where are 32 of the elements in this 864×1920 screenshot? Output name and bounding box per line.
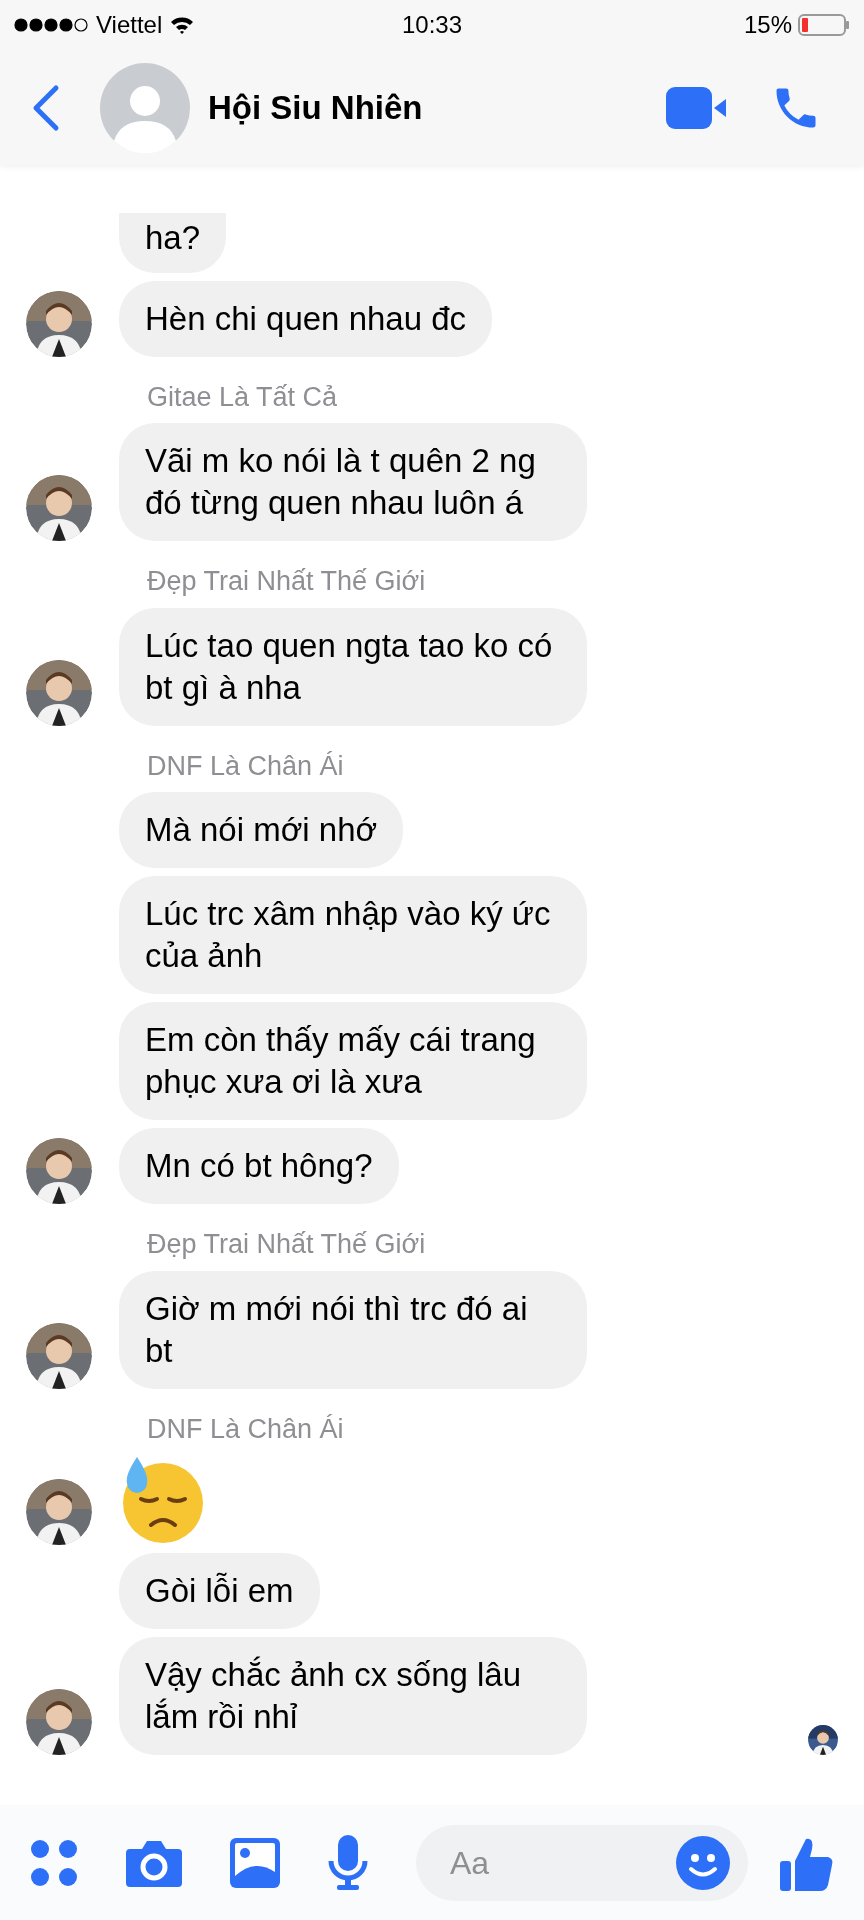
menu-button[interactable] <box>30 1838 78 1887</box>
message-bubble: Em còn thấy mấy cái trang phục xưa ơi là xưa <box>119 1002 587 1120</box>
sender-name: DNF Là Chân Ái <box>147 749 345 783</box>
carrier-name: Viettel <box>96 10 163 40</box>
clock-time: 10:33 <box>400 10 464 40</box>
wifi-icon <box>170 16 195 34</box>
emoji-icon[interactable] <box>676 1835 730 1890</box>
message-bubble: Vậy chắc ảnh cx sống lâu lắm rồi nhỉ <box>119 1637 587 1755</box>
message-bubble: Vãi m ko nói là t quên 2 ng đó từng quen nhau luôn á <box>119 423 587 541</box>
message-bubble: Gòi lỗi em <box>119 1553 320 1629</box>
sender-name: DNF Là Chân Ái <box>147 1412 345 1446</box>
sender-name: Đẹp Trai Nhất Thế Giới <box>147 1228 427 1261</box>
camera-button[interactable] <box>126 1838 182 1887</box>
microphone-button[interactable] <box>328 1834 368 1891</box>
message-field[interactable]: Aa <box>416 1824 748 1901</box>
group-avatar-icon <box>100 62 190 153</box>
message-bubble: Mn có bt hông? <box>119 1128 399 1204</box>
battery-percent: 15% <box>743 10 792 40</box>
chat-title: Hội Siu Nhiên <box>208 87 424 128</box>
battery-icon <box>798 14 850 36</box>
signal-icon <box>14 18 88 32</box>
message-bubble: Lúc tao quen ngta tao ko có bt gì à nha <box>119 607 587 726</box>
sender-name: Đẹp Trai Nhất Thế Giới <box>147 565 427 598</box>
image-button[interactable] <box>230 1837 280 1888</box>
message-bubble: Mà nói mới nhớ <box>119 792 404 868</box>
message-bubble: ha? <box>119 212 227 273</box>
message-bubble: Giờ m mới nói thì trc đó ai bt <box>119 1270 587 1389</box>
message-input[interactable]: Aa <box>450 1838 676 1887</box>
sender-name: Gitae Là Tất Cả <box>147 380 339 414</box>
video-call-button[interactable] <box>666 86 726 129</box>
message-bubble: Hèn chi quen nhau đc <box>119 280 493 357</box>
message-bubble: Lúc trc xâm nhập vào ký ức của ảnh <box>119 876 587 994</box>
